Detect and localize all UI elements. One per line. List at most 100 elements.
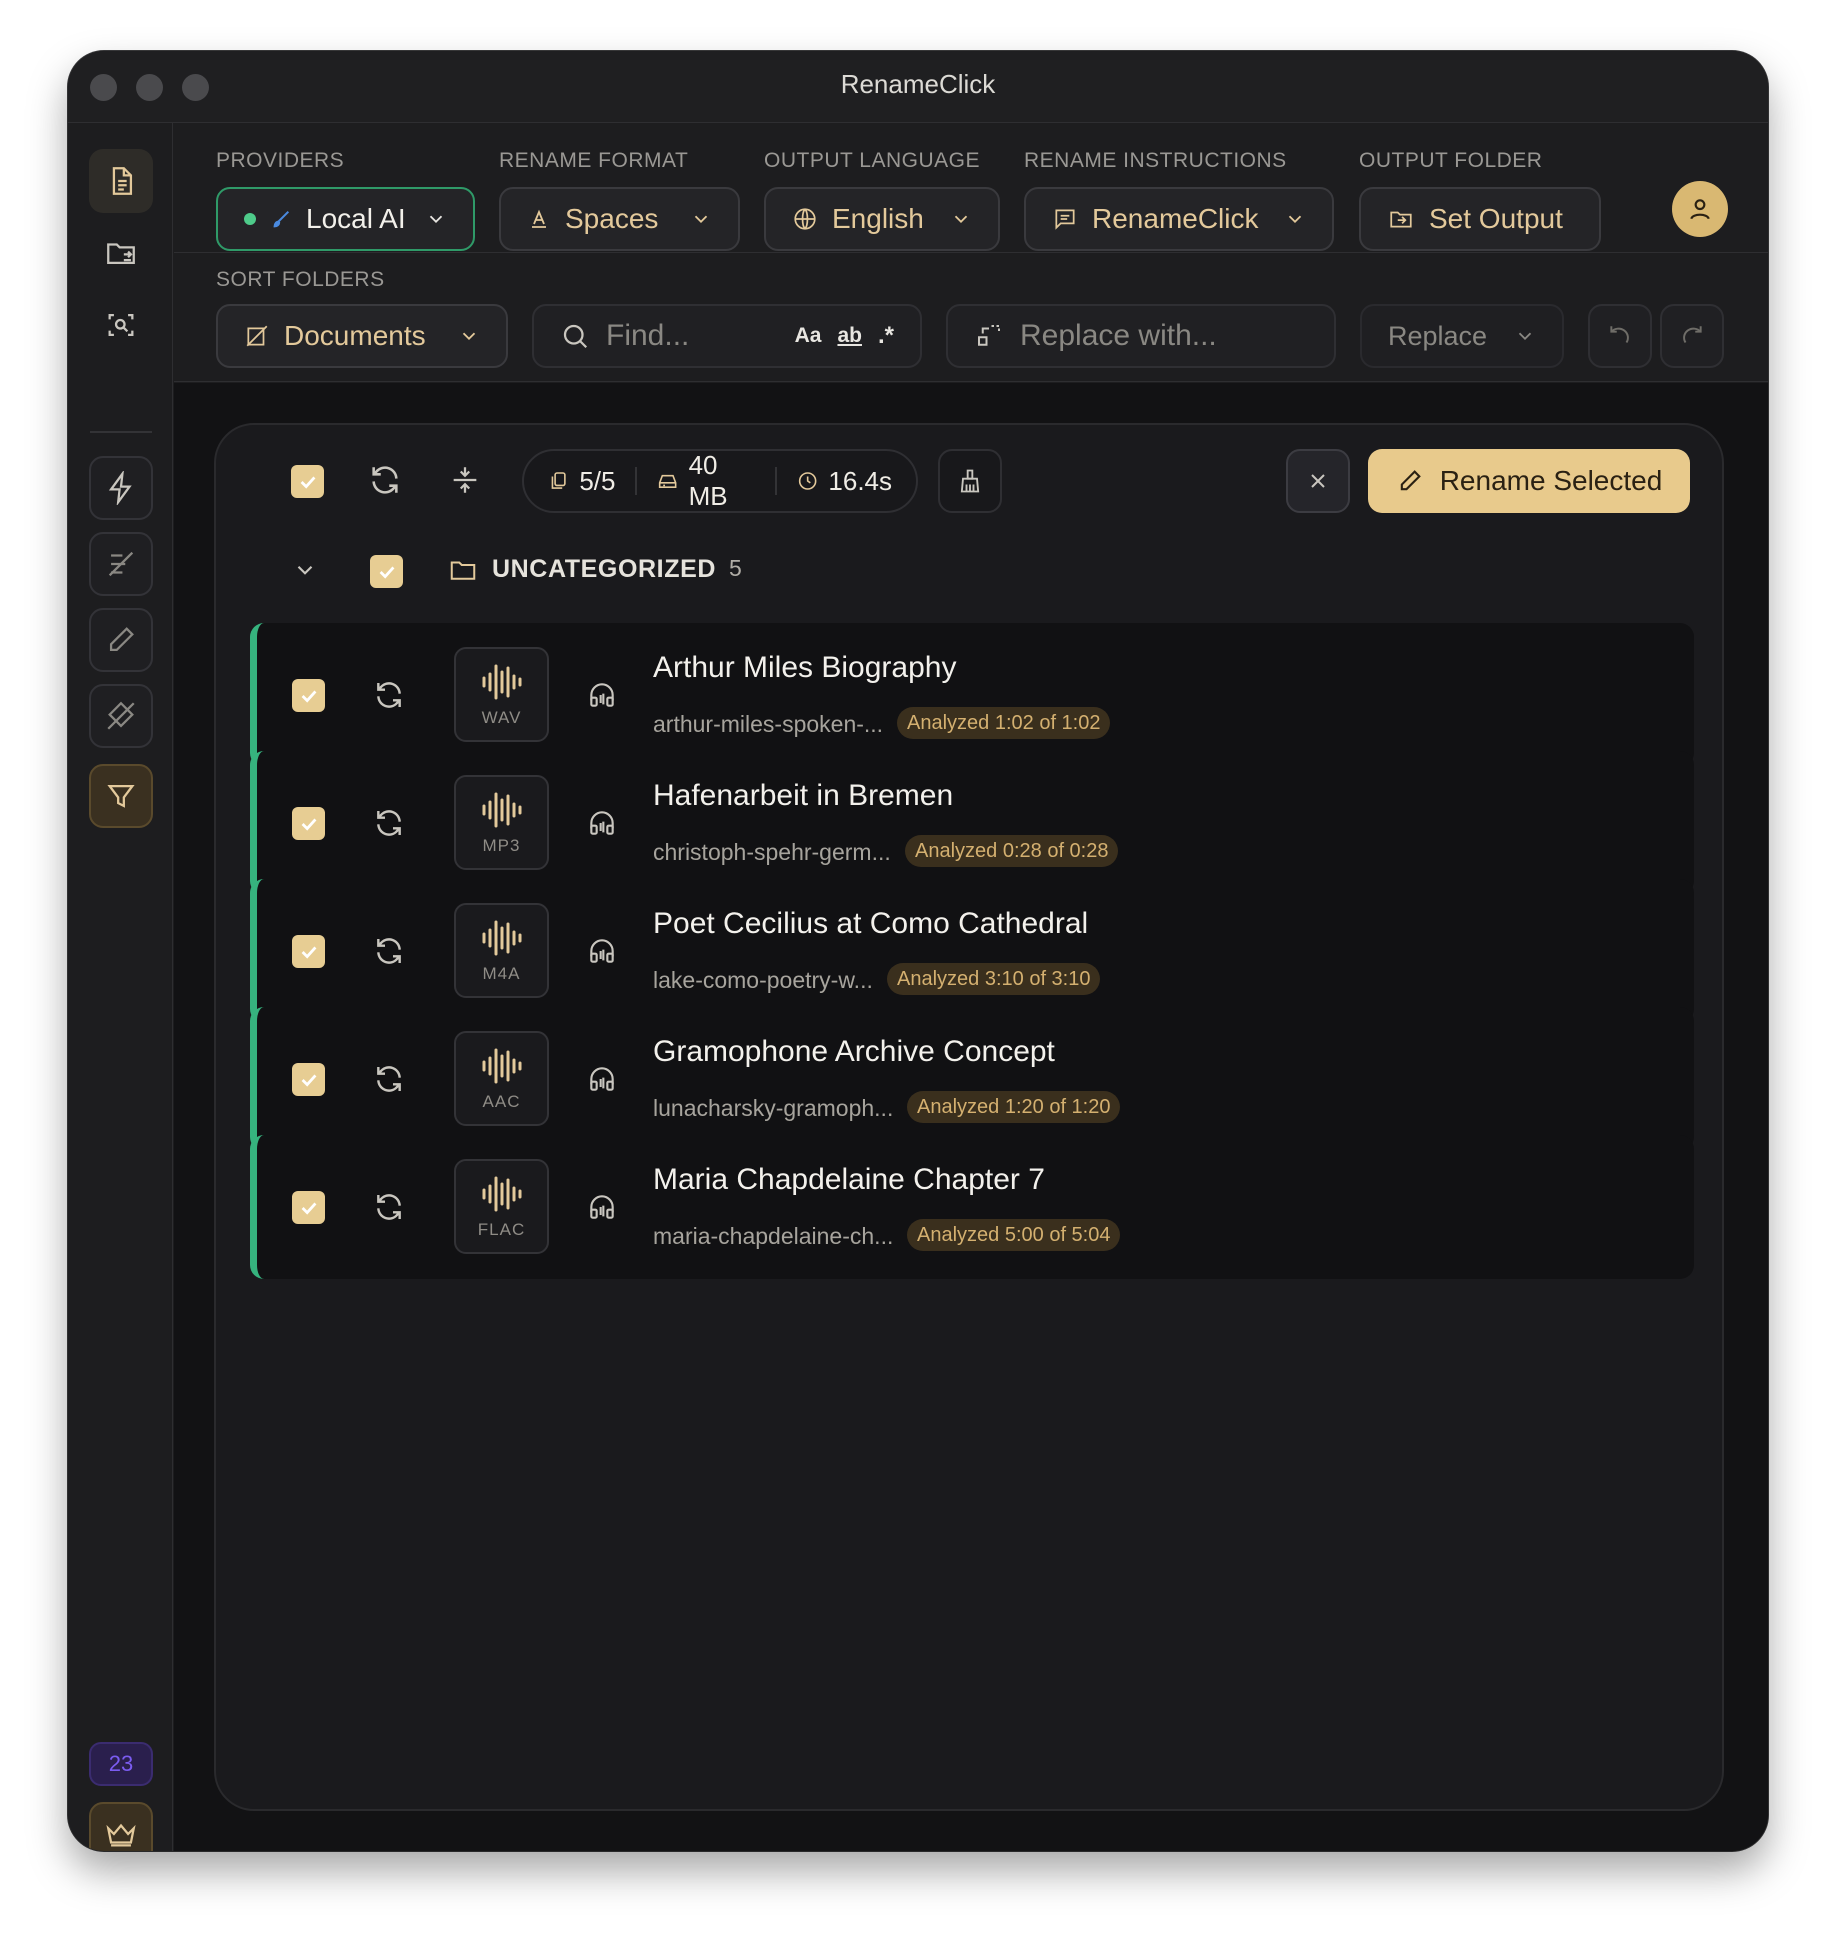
file-extension: MP3 [482,835,521,855]
file-checkbox[interactable] [292,807,325,840]
rename-selected-button[interactable]: Rename Selected [1368,449,1690,513]
credits-badge[interactable]: 23 [89,1742,153,1786]
headphones-icon [590,1195,614,1219]
file-refresh-button[interactable] [373,1191,405,1228]
status-dot [244,213,256,225]
file-thumbnail[interactable]: FLAC [454,1159,549,1254]
replace-mode-dropdown[interactable]: Replace [1360,304,1564,368]
rename-instructions-dropdown[interactable]: RenameClick [1024,187,1334,251]
stats-divider [775,467,778,495]
replace-input[interactable]: Replace with... [946,304,1336,368]
collapse-arrows-icon [453,467,477,493]
clean-button[interactable] [938,449,1002,513]
audio-waveform-icon [482,1048,521,1083]
sidebar-premium-button[interactable] [89,1802,153,1851]
analysis-status-badge: Analyzed 1:20 of 1:20 [907,1091,1121,1123]
undo-button[interactable] [1588,304,1652,368]
file-checkbox[interactable] [292,1063,325,1096]
headphones-icon [590,1067,614,1091]
document-icon [112,167,133,195]
file-row[interactable]: AAC Gramophone Archive Concept lunachars… [250,1007,1694,1151]
check-icon [301,689,316,703]
analysis-status-badge: Analyzed 5:00 of 5:04 [907,1219,1121,1251]
find-input[interactable]: Find... Aa ab .* [532,304,922,368]
file-thumbnail[interactable]: MP3 [454,775,549,870]
sidebar-skip-button[interactable] [89,532,153,596]
sidebar-quick-action-button[interactable] [89,456,153,520]
check-icon [301,817,316,831]
refresh-all-button[interactable] [368,463,402,502]
file-row[interactable]: M4A Poet Cecilius at Como Cathedral lake… [250,879,1694,1023]
file-checkbox[interactable] [292,679,325,712]
listen-button[interactable] [586,1063,618,1100]
sidebar-edit-button[interactable] [89,608,153,672]
collapse-category-button[interactable] [292,557,318,588]
check-icon [300,475,315,489]
crown-icon [106,1823,136,1847]
text-format-icon [532,209,546,228]
brush-icon [273,210,290,228]
file-extension: M4A [482,963,521,983]
analysis-status-badge: Analyzed 1:02 of 1:02 [897,707,1111,739]
rename-instructions-value: RenameClick [1092,203,1259,234]
chevron-down-icon [429,215,443,224]
chevron-down-icon [1518,332,1532,341]
listen-button[interactable] [586,935,618,972]
lightning-icon [108,471,132,505]
file-checkbox[interactable] [292,935,325,968]
match-word-toggle[interactable]: ab [837,324,862,348]
listen-button[interactable] [586,1191,618,1228]
refresh-icon [377,682,401,708]
listen-button[interactable] [586,679,618,716]
collapse-button[interactable] [448,463,482,502]
file-row[interactable]: WAV Arthur Miles Biography arthur-miles-… [250,623,1694,767]
redo-button[interactable] [1660,304,1724,368]
folder-off-icon [246,325,268,347]
file-thumbnail[interactable]: WAV [454,647,549,742]
listen-button[interactable] [586,807,618,844]
window-title: RenameClick [840,69,996,99]
clear-selection-button[interactable] [1286,449,1350,513]
main-content: 5/5 40 MB 16.4s Rename Selected UNCATEGO… [174,383,1768,1851]
check-icon [301,1073,316,1087]
no-tag-icon [107,701,135,730]
file-thumbnail[interactable]: AAC [454,1031,549,1126]
category-name: UNCATEGORIZED [492,555,716,583]
file-refresh-button[interactable] [373,935,405,972]
file-refresh-button[interactable] [373,807,405,844]
file-checkbox[interactable] [292,1191,325,1224]
sidebar: 23 [68,123,173,1851]
file-thumbnail[interactable]: M4A [454,903,549,998]
output-folder-button[interactable]: Set Output [1359,187,1601,251]
audio-waveform-icon [482,1176,521,1211]
file-refresh-button[interactable] [373,679,405,716]
refresh-icon [377,1066,401,1092]
headphones-icon [590,683,614,707]
sidebar-scan-button[interactable] [89,293,153,357]
sidebar-disable-button[interactable] [89,684,153,748]
sidebar-documents-button[interactable] [89,149,153,213]
file-refresh-button[interactable] [373,1063,405,1100]
settings-toolbar: PROVIDERS Local AI RENAME FORMAT Spaces … [174,123,1768,253]
close-icon [1311,474,1325,488]
output-folder-label: OUTPUT FOLDER [1359,149,1543,172]
providers-dropdown[interactable]: Local AI [216,187,475,251]
sort-folder-dropdown[interactable]: Documents [216,304,508,368]
output-language-dropdown[interactable]: English [764,187,1000,251]
file-original-name: lunacharsky-gramoph... [653,1095,894,1121]
file-count: 5/5 [579,465,616,496]
user-avatar[interactable] [1672,181,1728,237]
select-all-checkbox[interactable] [291,465,324,498]
rename-format-dropdown[interactable]: Spaces [499,187,740,251]
pencil-icon [109,627,134,652]
sidebar-filter-button[interactable] [89,764,153,828]
match-case-toggle[interactable]: Aa [795,324,822,348]
sidebar-folders-button[interactable] [89,221,153,285]
sort-folder-value: Documents [284,320,426,351]
file-row[interactable]: FLAC Maria Chapdelaine Chapter 7 maria-c… [250,1135,1694,1279]
headphones-icon [590,811,614,835]
category-checkbox[interactable] [370,555,403,588]
pencil-icon [1400,470,1421,491]
regex-toggle[interactable]: .* [878,322,894,350]
file-row[interactable]: MP3 Hafenarbeit in Bremen christoph-speh… [250,751,1694,895]
